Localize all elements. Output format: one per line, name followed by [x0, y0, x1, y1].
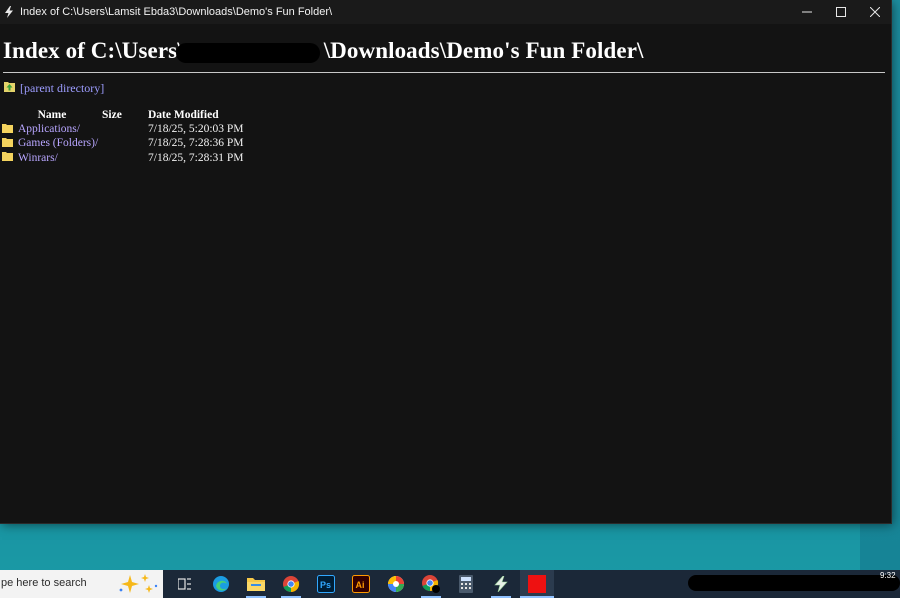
- search-placeholder: pe here to search: [1, 577, 87, 589]
- folder-icon: [2, 137, 13, 150]
- entry-link[interactable]: Winrars/: [18, 152, 58, 164]
- table-row: Applications/ 7/18/25, 5:20:03 PM: [2, 122, 258, 136]
- table-row: Winrars/ 7/18/25, 7:28:31 PM: [2, 151, 258, 165]
- parent-directory-icon: [4, 79, 15, 97]
- file-explorer-icon[interactable]: [246, 574, 266, 594]
- entry-size: [102, 122, 148, 136]
- close-icon: [870, 7, 880, 17]
- minimize-button[interactable]: [792, 0, 822, 24]
- entry-size: [102, 136, 148, 150]
- close-button[interactable]: [860, 0, 890, 24]
- page-title: Index of C:\Users\ \Downloads\Demo's Fun …: [3, 38, 644, 64]
- lightning-app-icon[interactable]: [491, 574, 511, 594]
- lightning-icon: [2, 5, 16, 19]
- entry-size: [102, 151, 148, 165]
- photos-app-icon[interactable]: [386, 574, 406, 594]
- svg-text:Ai: Ai: [356, 580, 365, 590]
- directory-listing: Name Size Date Modified Applications/ 7/…: [2, 108, 258, 165]
- entry-date: 7/18/25, 7:28:36 PM: [148, 137, 244, 150]
- taskbar-clock[interactable]: 9:32: [880, 571, 896, 580]
- folder-icon: [2, 151, 13, 164]
- system-tray-redaction: [688, 575, 900, 591]
- folder-icon: [2, 123, 13, 136]
- heading-end: \Downloads\Demo's Fun Folder\: [323, 38, 644, 63]
- table-row: Games (Folders)/ 7/18/25, 7:28:36 PM: [2, 136, 258, 150]
- maximize-icon: [836, 7, 846, 17]
- red-square-app-icon[interactable]: [527, 574, 547, 594]
- entry-link[interactable]: Games (Folders)/: [18, 137, 98, 149]
- photoshop-icon[interactable]: Ps: [316, 574, 336, 594]
- taskbar-search-box[interactable]: pe here to search: [0, 570, 163, 598]
- column-header-size[interactable]: Size: [102, 108, 148, 122]
- entry-link[interactable]: Applications/: [18, 123, 80, 135]
- heading-start: Index of C:\Users\: [3, 38, 184, 63]
- title-bar[interactable]: Index of C:\Users\Lamsit Ebda3\Downloads…: [0, 0, 891, 24]
- illustrator-icon[interactable]: Ai: [351, 574, 371, 594]
- copilot-sparkle-icon[interactable]: [118, 573, 160, 598]
- parent-directory-link[interactable]: [parent directory]: [20, 81, 104, 96]
- parent-directory-row[interactable]: [parent directory]: [4, 79, 104, 97]
- chrome-icon[interactable]: [281, 574, 301, 594]
- window-title: Index of C:\Users\Lamsit Ebda3\Downloads…: [20, 6, 333, 18]
- minimize-icon: [802, 11, 812, 13]
- divider: [3, 72, 885, 73]
- svg-text:Ps: Ps: [320, 580, 331, 590]
- maximize-button[interactable]: [826, 0, 856, 24]
- chrome-profile-icon[interactable]: [421, 574, 441, 594]
- entry-date: 7/18/25, 7:28:31 PM: [148, 151, 244, 164]
- calculator-icon[interactable]: [456, 574, 476, 594]
- edge-browser-icon[interactable]: [211, 574, 231, 594]
- task-view-icon[interactable]: [175, 574, 195, 594]
- entry-date: 7/18/25, 5:20:03 PM: [148, 123, 244, 136]
- page-content: Index of C:\Users\ \Downloads\Demo's Fun …: [0, 24, 891, 523]
- browser-window: Index of C:\Users\Lamsit Ebda3\Downloads…: [0, 0, 891, 523]
- column-header-name[interactable]: Name: [2, 108, 102, 122]
- column-header-date[interactable]: Date Modified: [148, 108, 258, 122]
- redaction-mark: [176, 43, 320, 63]
